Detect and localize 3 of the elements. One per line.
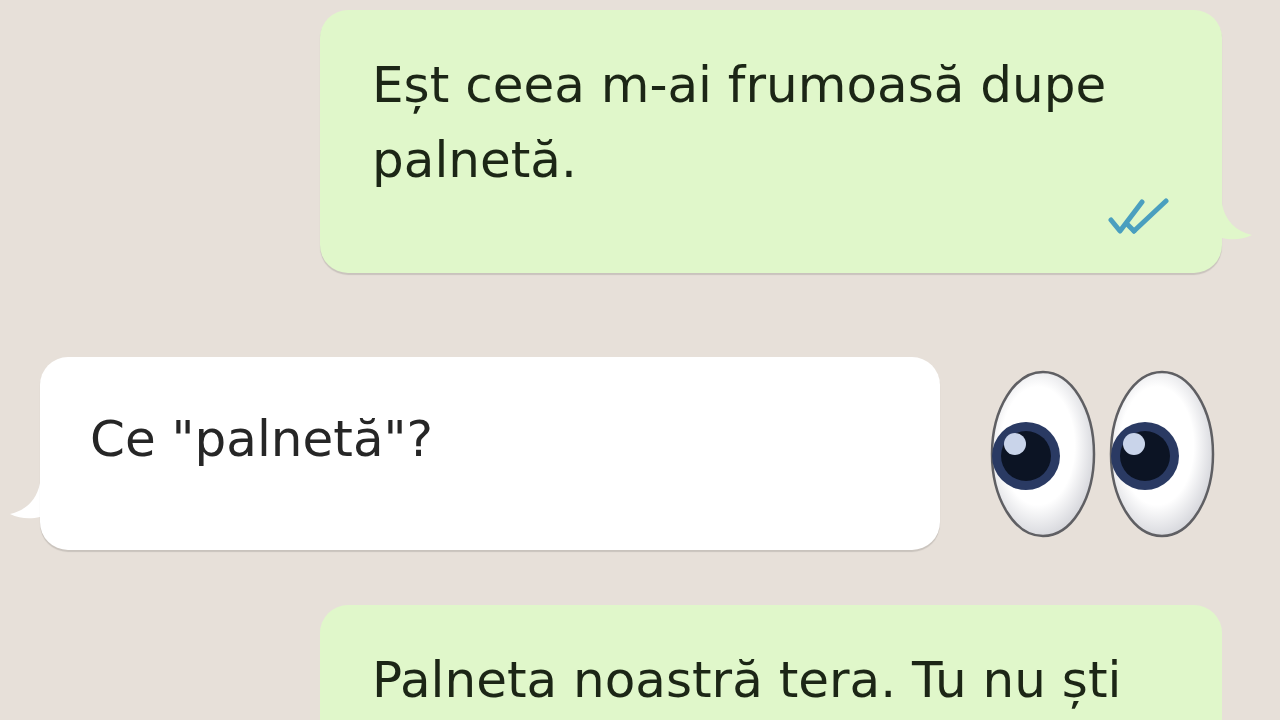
message-text: Palneta noastră tera. Tu nu ști	[372, 650, 1123, 711]
message-text: Ce "palnetă"?	[90, 409, 435, 470]
message-text: Eșt ceea m-ai frumoasă dupe palnetă.	[372, 55, 1108, 191]
